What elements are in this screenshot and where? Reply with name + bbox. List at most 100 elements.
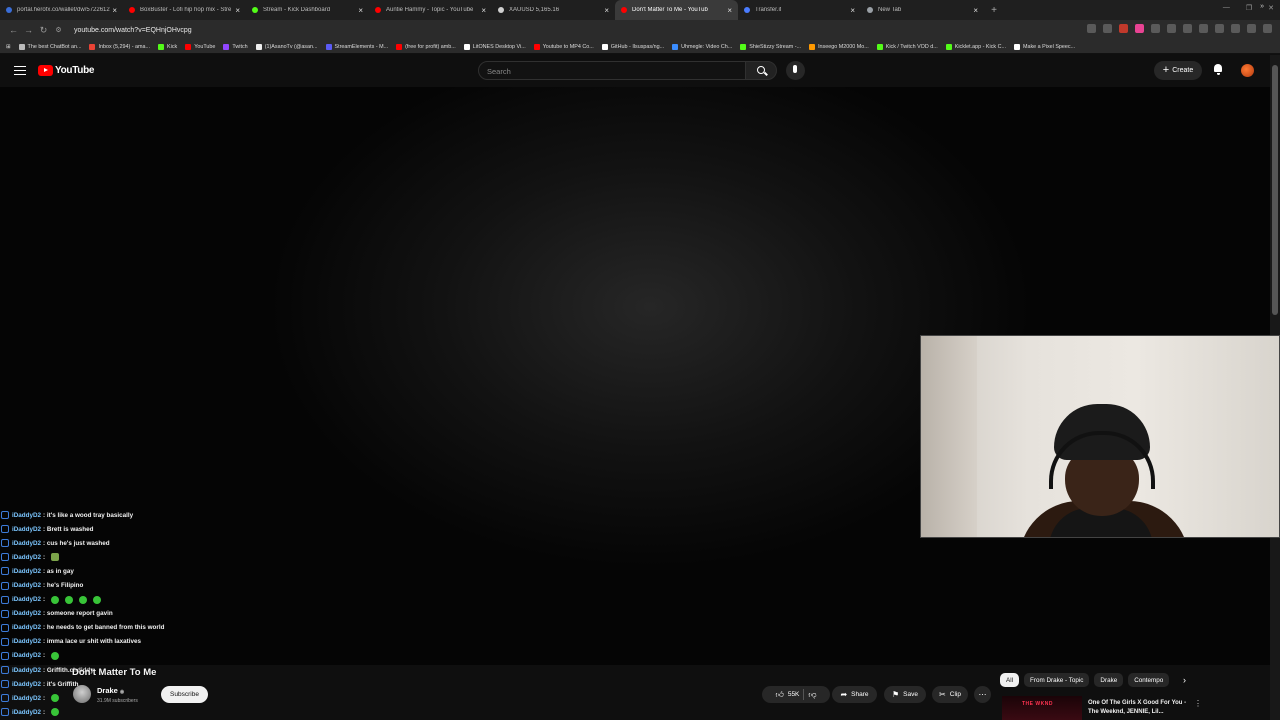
tab-close-icon[interactable]: × [604,6,609,15]
site-info-icon[interactable]: ⚙ [51,26,66,34]
bookmark-item[interactable]: Kick / Twitch VOD d... [876,43,938,50]
hamburger-menu-icon[interactable] [14,66,26,76]
bookmarks-overflow-icon[interactable]: » [1260,3,1264,10]
extension-icon[interactable] [1151,24,1160,33]
new-tab-icon[interactable]: + [984,5,1004,16]
save-button[interactable]: ⚑ Save [884,686,926,703]
filter-chip[interactable]: Drake [1094,673,1124,687]
scrollbar-thumb[interactable] [1272,65,1278,315]
subscribe-button[interactable]: Subscribe [161,686,208,703]
browser-tab[interactable]: Stream - Kick Dashboard × [246,0,369,20]
chat-message: iDaddyD2: someone report gavin [0,607,300,621]
bookmark-label: Kick [167,43,178,50]
extension-icon[interactable] [1167,24,1176,33]
bookmark-item[interactable]: LitONES Desktop Vi... [463,43,526,50]
chat-message: iDaddyD2: [0,691,300,705]
extension-icon[interactable] [1087,24,1096,33]
bookmark-item[interactable]: The best ChatBot an... [18,43,81,50]
minimize-icon[interactable]: — [1223,4,1230,12]
chat-emote-icon [93,595,102,604]
recommended-more-icon[interactable]: ⋮ [1194,699,1202,708]
extension-icon[interactable] [1199,24,1208,33]
bookmark-item[interactable]: StreamElements - M... [325,43,388,50]
chat-badge-icon [1,581,9,590]
bookmark-favicon-icon [223,43,230,50]
filter-chip[interactable]: All [1000,673,1019,687]
tab-close-icon[interactable]: × [358,6,363,15]
microphone-icon[interactable] [786,61,805,80]
chat-message: iDaddyD2: as in gay [0,564,300,578]
tab-close-icon[interactable]: × [850,6,855,15]
bookmark-item[interactable]: Make a Pixel Speec... [1013,43,1075,50]
clip-button[interactable]: ✂ Clip [932,686,968,703]
chat-username: iDaddyD2 [12,708,42,716]
bookmark-item[interactable]: (free for profit) amb... [396,43,456,50]
bookmark-favicon-icon [809,43,816,50]
extension-icon[interactable] [1135,24,1144,33]
browser-tab[interactable]: Auntie Hammy - Topic - YouTube × [369,0,492,20]
notifications-bell-icon[interactable] [1213,64,1223,75]
reload-icon[interactable]: ↻ [36,25,51,36]
menu-icon[interactable] [1263,24,1272,33]
channel-name[interactable]: Drake ◉ [97,686,124,695]
bookmark-item[interactable]: Twitch [223,43,248,50]
tab-close-icon[interactable]: × [727,6,732,15]
browser-tab[interactable]: XAUUSD 5,165.16 × [492,0,615,20]
forward-icon[interactable]: → [21,25,36,35]
extension-icon[interactable] [1231,24,1240,33]
extension-icon[interactable] [1247,24,1256,33]
browser-tab[interactable]: Don't Matter To Me - YouTub × [615,0,738,20]
channel-avatar[interactable] [73,685,91,703]
bookmark-item[interactable]: Uhmegle: Video Ch... [672,43,732,50]
close-window-icon[interactable]: ✕ [1268,4,1274,12]
back-icon[interactable]: ← [6,25,21,35]
bookmark-item[interactable]: Youtube to MP4 Co... [533,43,594,50]
chat-badge-icon [1,539,9,548]
bookmark-item[interactable]: Inseego M2000 Mo... [809,43,869,50]
extension-icon[interactable] [1215,24,1224,33]
tab-close-icon[interactable]: × [481,6,486,15]
youtube-logo[interactable]: YouTube [38,65,95,76]
url-field[interactable]: youtube.com/watch?v=EQHnjOHvcpg [74,27,192,34]
extension-icon[interactable] [1119,24,1128,33]
like-count[interactable]: 55K [788,691,800,698]
extension-icon[interactable] [1103,24,1112,33]
recommended-thumbnail[interactable]: THE WKND [1002,696,1082,720]
search-icon[interactable] [745,61,777,80]
browser-tab[interactable]: portal.herofx.co/wallet/dw/5722612 × [0,0,123,20]
chat-message: iDaddyD2: he's Filipino [0,578,300,592]
chevron-right-icon[interactable]: › [1183,675,1186,685]
chat-text: : [43,694,46,702]
extension-icon[interactable] [1183,24,1192,33]
tab-close-icon[interactable]: × [973,6,978,15]
search-input[interactable]: Search [478,61,746,80]
bookmark-item[interactable]: YouTube [185,43,216,50]
recommended-title[interactable]: One Of The Girls X Good For You - The We… [1088,699,1188,717]
browser-tab[interactable]: Transfer.it × [738,0,861,20]
create-button[interactable]: + Create [1154,61,1202,80]
share-button[interactable]: ➦ Share [832,686,877,703]
bookmark-favicon-icon [463,43,470,50]
bookmark-item[interactable]: GitHub - Ilsuspas/ng... [601,43,664,50]
bookmark-label: YouTube [194,43,216,50]
chat-message: iDaddyD2: [0,649,300,663]
filter-chip[interactable]: From Drake - Topic [1024,673,1090,687]
browser-tab[interactable]: BoxBuster - Lofi hip hop mix - Stre × [123,0,246,20]
tab-close-icon[interactable]: × [112,6,117,15]
restore-icon[interactable]: ❐ [1246,4,1252,12]
more-actions-icon[interactable]: ⋯ [974,686,991,703]
bookmark-item[interactable]: Kick [158,43,178,50]
bookmark-item[interactable]: Kicklet.app - Kick C... [945,43,1006,50]
bookmark-item[interactable]: Inbox (5,294) - ama... [89,43,150,50]
chat-text: : [43,553,46,561]
browser-tab[interactable]: New Tab × [861,0,984,20]
account-avatar[interactable] [1241,64,1254,77]
bookmark-item[interactable]: (1)AsanoTv (@asan... [255,43,318,50]
bookmark-item[interactable]: ShieStizzy Stream -... [740,43,801,50]
bookmark-favicon-icon [255,43,262,50]
like-icon[interactable]: 👍︎ [775,690,783,700]
tab-close-icon[interactable]: × [235,6,240,15]
filter-chip[interactable]: Contempo [1128,673,1170,687]
apps-grid-icon[interactable]: ⊞ [6,44,11,50]
dislike-icon[interactable]: 👎︎ [808,690,816,700]
